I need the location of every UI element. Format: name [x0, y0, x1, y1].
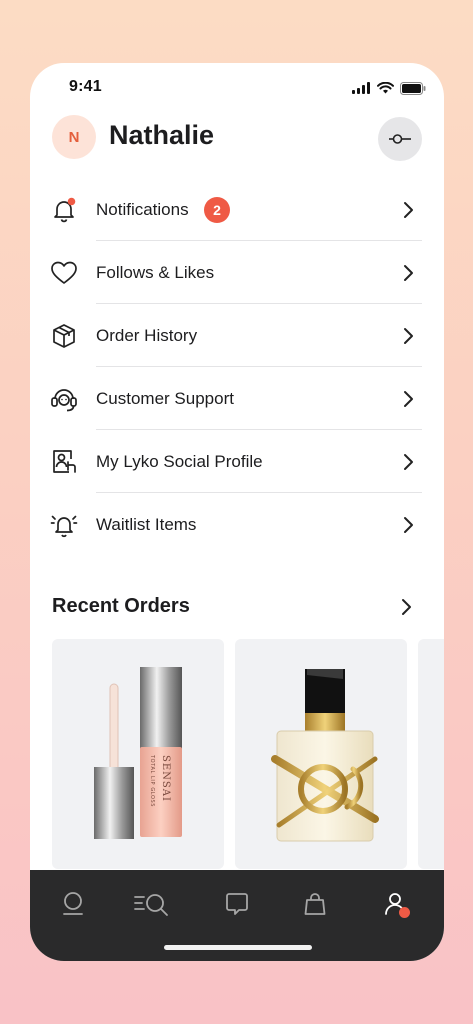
menu-item-customer-support[interactable]: Customer Support	[30, 367, 444, 430]
perfume-bottle-image	[271, 669, 379, 842]
avatar-initial: N	[68, 128, 80, 146]
heart-icon	[50, 259, 78, 287]
chevron-right-icon	[404, 516, 413, 533]
alarm-bell-icon	[50, 511, 78, 539]
product-subtitle-text: TOTAL LIP GLOSS	[149, 754, 155, 807]
box-icon	[50, 322, 78, 350]
bag-icon	[304, 893, 326, 915]
chevron-right-icon	[404, 264, 413, 281]
tab-profile[interactable]	[375, 884, 415, 924]
product-brand-text: SENSAI	[160, 755, 171, 802]
key-icon	[389, 134, 411, 144]
bell-icon	[50, 196, 78, 224]
menu-item-label: Notifications	[96, 199, 189, 219]
wifi-icon	[377, 82, 394, 94]
recent-orders-carousel[interactable]: SENSAI TOTAL LIP GLOSS	[52, 639, 444, 869]
menu-item-order-history[interactable]: Order History	[30, 304, 444, 367]
home-indicator	[164, 945, 312, 950]
lip-gloss-image: SENSAI TOTAL LIP GLOSS	[94, 667, 182, 839]
menu-item-label: Order History	[96, 325, 198, 345]
chevron-right-icon	[404, 327, 413, 344]
tab-home[interactable]	[53, 884, 93, 924]
user-name: Nathalie	[109, 120, 215, 150]
menu-item-label: Customer Support	[96, 388, 234, 408]
home-icon	[63, 892, 83, 915]
recent-orders-header[interactable]: Recent Orders	[52, 593, 422, 623]
status-time: 9:41	[69, 78, 102, 95]
menu-item-follows-likes[interactable]: Follows & Likes	[30, 241, 444, 304]
status-icons	[352, 81, 426, 95]
avatar[interactable]: N	[52, 115, 96, 159]
order-card[interactable]	[235, 639, 407, 869]
chevron-right-icon	[404, 201, 413, 218]
menu-item-label: Waitlist Items	[96, 514, 197, 534]
menu-item-waitlist[interactable]: Waitlist Items	[30, 493, 444, 556]
order-card[interactable]: SENSAI TOTAL LIP GLOSS	[52, 639, 224, 869]
menu-item-notifications[interactable]: Notifications 2	[30, 178, 444, 241]
cellular-signal-icon	[352, 82, 370, 94]
menu-item-label: Follows & Likes	[96, 262, 215, 282]
chevron-right-icon	[402, 599, 411, 615]
phone-screen: 9:41 N Nathalie Notifications 2 Follows …	[30, 63, 444, 961]
order-card[interactable]	[418, 639, 444, 869]
active-indicator-dot	[399, 907, 410, 918]
menu-item-label: My Lyko Social Profile	[96, 451, 263, 471]
battery-icon	[400, 81, 426, 95]
tab-chat[interactable]	[217, 884, 257, 924]
status-bar: 9:41	[30, 63, 444, 113]
chat-icon	[226, 893, 248, 915]
tab-search[interactable]	[132, 884, 172, 924]
chevron-right-icon	[404, 453, 413, 470]
tab-bag[interactable]	[295, 884, 335, 924]
profile-card-icon	[50, 448, 78, 476]
search-list-icon	[134, 894, 168, 916]
chevron-right-icon	[404, 390, 413, 407]
section-title: Recent Orders	[52, 595, 190, 617]
profile-header: N Nathalie	[52, 115, 422, 163]
notification-count-badge: 2	[204, 196, 230, 223]
headset-icon	[50, 385, 78, 413]
account-menu: Notifications 2 Follows & Likes Order Hi…	[30, 178, 444, 556]
settings-button[interactable]	[378, 117, 422, 161]
menu-item-social-profile[interactable]: My Lyko Social Profile	[30, 430, 444, 493]
